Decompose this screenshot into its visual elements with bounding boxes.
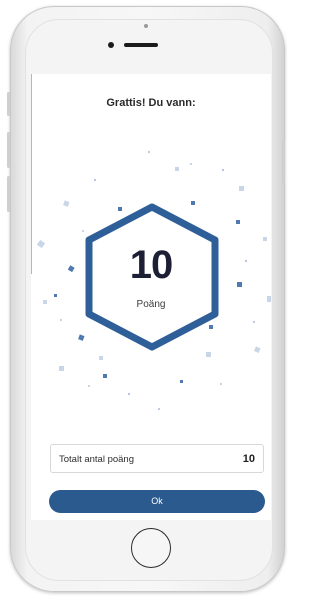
score-label: Poäng <box>136 299 166 310</box>
home-button[interactable] <box>131 528 171 568</box>
proximity-sensor <box>108 42 114 48</box>
score-value: 10 <box>129 243 174 287</box>
front-camera <box>144 24 148 28</box>
power-button <box>282 140 285 184</box>
total-points-row: Totalt antal poäng 10 <box>50 444 264 473</box>
ok-button[interactable]: Ok <box>49 490 265 513</box>
mute-switch <box>7 92 10 116</box>
earpiece-speaker <box>124 43 158 47</box>
total-points-label: Totalt antal poäng <box>59 454 135 465</box>
app-screen: Grattis! Du vann: 10 Poäng Totalt antal … <box>31 74 271 520</box>
volume-up-button <box>7 132 10 168</box>
volume-down-button <box>7 176 10 212</box>
total-points-value: 10 <box>242 453 255 465</box>
